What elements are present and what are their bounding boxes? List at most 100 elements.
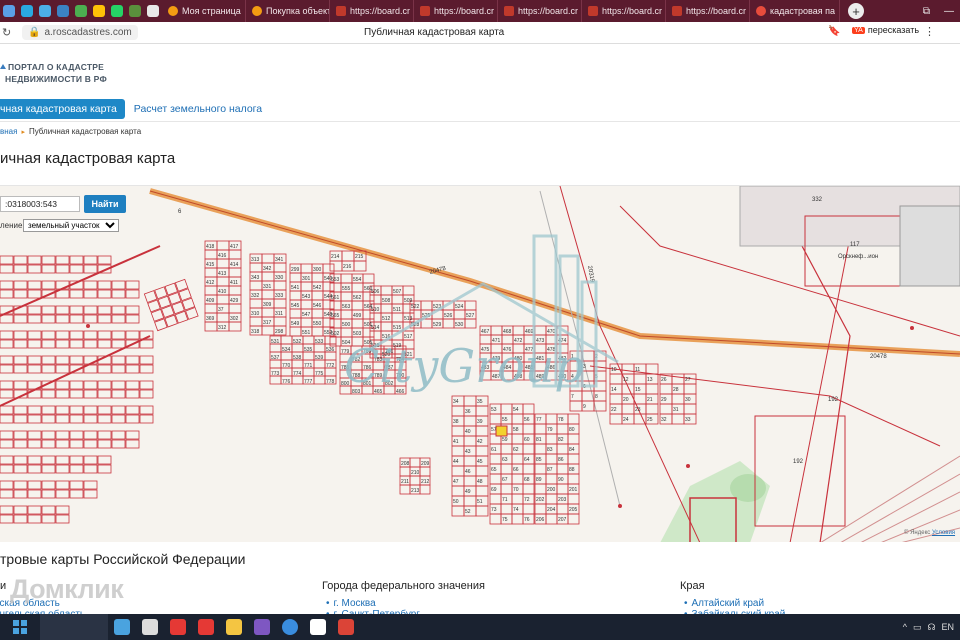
tray-item[interactable]: EN	[941, 622, 954, 632]
pinned-tab-2[interactable]	[36, 0, 54, 22]
url-field[interactable]: 🔒 a.roscadastres.com	[22, 25, 138, 40]
app-icon[interactable]	[192, 614, 220, 640]
map-canvas[interactable]: 418 417416415 414413412 411410409 42937369 30…	[0, 186, 960, 542]
parcel-number: 485	[525, 365, 534, 371]
parcel-number: 537	[271, 355, 280, 361]
minimize-icon[interactable]: —	[944, 6, 954, 17]
parcel	[97, 430, 112, 440]
search-type-label: ление	[0, 221, 23, 230]
parcel	[41, 314, 56, 324]
chrome-icon[interactable]	[332, 614, 360, 640]
browser-tab[interactable]: кадастровая па	[750, 0, 840, 22]
pinned-tab-icon	[129, 5, 141, 17]
pinned-tab-7[interactable]	[126, 0, 144, 22]
tab-label: https://board.cr	[686, 6, 747, 16]
parcel	[280, 367, 293, 377]
browser-tab[interactable]: https://board.cr	[498, 0, 582, 22]
app-badge-icon[interactable]	[276, 614, 304, 640]
translate-button[interactable]: YA пересказать	[852, 25, 919, 35]
parcel-number: 312	[218, 325, 227, 331]
nav-tab-land-tax[interactable]: Расчет земельного налога	[134, 103, 262, 115]
parcel	[204, 303, 218, 314]
pinned-tab-4[interactable]	[72, 0, 90, 22]
taskbar-search[interactable]	[40, 614, 108, 640]
browser-tab[interactable]: https://board.cr	[582, 0, 666, 22]
new-tab-button[interactable]: +	[848, 3, 864, 19]
nav-tab-cadastral-map[interactable]: чная кадастровая карта	[0, 98, 125, 119]
parcel	[489, 493, 502, 505]
breadcrumb-home[interactable]: вная	[0, 127, 17, 136]
file-explorer-icon[interactable]	[220, 614, 248, 640]
browser-menu-icon[interactable]: ⋮	[924, 25, 935, 38]
parcel	[69, 289, 84, 299]
parcel	[55, 414, 70, 424]
pinned-tab-6[interactable]	[108, 0, 126, 22]
parcel-number: 65	[491, 467, 497, 473]
yandex-icon[interactable]	[304, 614, 332, 640]
browser-tab[interactable]: Моя страница	[162, 0, 246, 22]
cadastral-map[interactable]: 418 417 416 415 414 413 412 411 410 409 429 37 369 30…	[0, 185, 960, 542]
parcel	[41, 455, 56, 465]
tray-item[interactable]: ☊	[927, 622, 935, 633]
parcel	[27, 314, 42, 324]
parcel-number: 201	[569, 487, 578, 493]
parcel	[27, 480, 42, 490]
tray-item[interactable]: ^	[903, 622, 907, 632]
tray-item[interactable]: ▭	[913, 622, 922, 633]
parcel	[633, 373, 647, 385]
parcel	[451, 445, 465, 457]
yandex-browser-icon[interactable]	[164, 614, 192, 640]
yandex-gpt-icon: YA	[852, 26, 865, 34]
parcel	[350, 345, 363, 355]
tab-list-icon[interactable]: ⧉	[923, 6, 930, 17]
terms-link[interactable]: Условия	[932, 530, 955, 536]
parcel	[13, 414, 28, 424]
site-logo[interactable]: ПОРТАЛ О КАДАСТРЕ НЕДВИЖИМОСТИ В РФ	[0, 61, 107, 85]
taskbar-icon-glyph	[254, 619, 270, 635]
parcel-number: 200	[547, 487, 556, 493]
browser-tab[interactable]: https://board.cr	[414, 0, 498, 22]
parcel-number: 547	[302, 312, 311, 318]
pinned-tab-3[interactable]	[54, 0, 72, 22]
parcel	[83, 405, 98, 415]
parcel	[69, 355, 84, 365]
pinned-tab-1[interactable]	[18, 0, 36, 22]
parcel-number: 561	[331, 295, 340, 301]
browser-tab[interactable]: https://board.cr	[666, 0, 750, 22]
parcel-number: 15	[635, 387, 641, 393]
find-button[interactable]: Найти	[84, 195, 126, 213]
reload-icon[interactable]: ↻	[2, 26, 16, 39]
parcel	[27, 280, 42, 290]
parcel-number: 48	[477, 479, 483, 485]
parcel	[27, 330, 42, 340]
browser-tab[interactable]: https://board.cr	[330, 0, 414, 22]
parcel	[289, 308, 302, 319]
pinned-tab-5[interactable]	[90, 0, 108, 22]
map-icon[interactable]	[108, 614, 136, 640]
messenger-icon[interactable]	[248, 614, 276, 640]
parcel	[489, 453, 502, 465]
bookmark-icon[interactable]: 🔖	[828, 26, 840, 37]
parcel-number: 800	[341, 381, 350, 387]
parcel	[83, 430, 98, 440]
parcel-number: 471	[492, 338, 501, 344]
city-link[interactable]: г. Москва	[326, 598, 376, 609]
parcel	[0, 439, 14, 449]
parcel	[302, 335, 315, 345]
parcel-number: 332	[251, 293, 260, 299]
parcel	[522, 443, 535, 455]
task-view-icon[interactable]	[136, 614, 164, 640]
browser-tab[interactable]: Покупка объект	[246, 0, 330, 22]
krai-link[interactable]: Алтайский край	[684, 598, 765, 609]
parcel-number: 801	[363, 381, 372, 387]
pinned-tab-8[interactable]	[144, 0, 162, 22]
parcel	[683, 403, 697, 415]
parcel	[0, 414, 14, 424]
search-type-select[interactable]: земельный участок	[23, 219, 119, 232]
windows-start-icon[interactable]	[0, 614, 40, 640]
pinned-tab-0[interactable]	[0, 0, 18, 22]
cadastral-number-input[interactable]	[0, 196, 80, 212]
parcel	[83, 414, 98, 424]
parcel	[27, 364, 42, 374]
parcel	[27, 289, 42, 299]
